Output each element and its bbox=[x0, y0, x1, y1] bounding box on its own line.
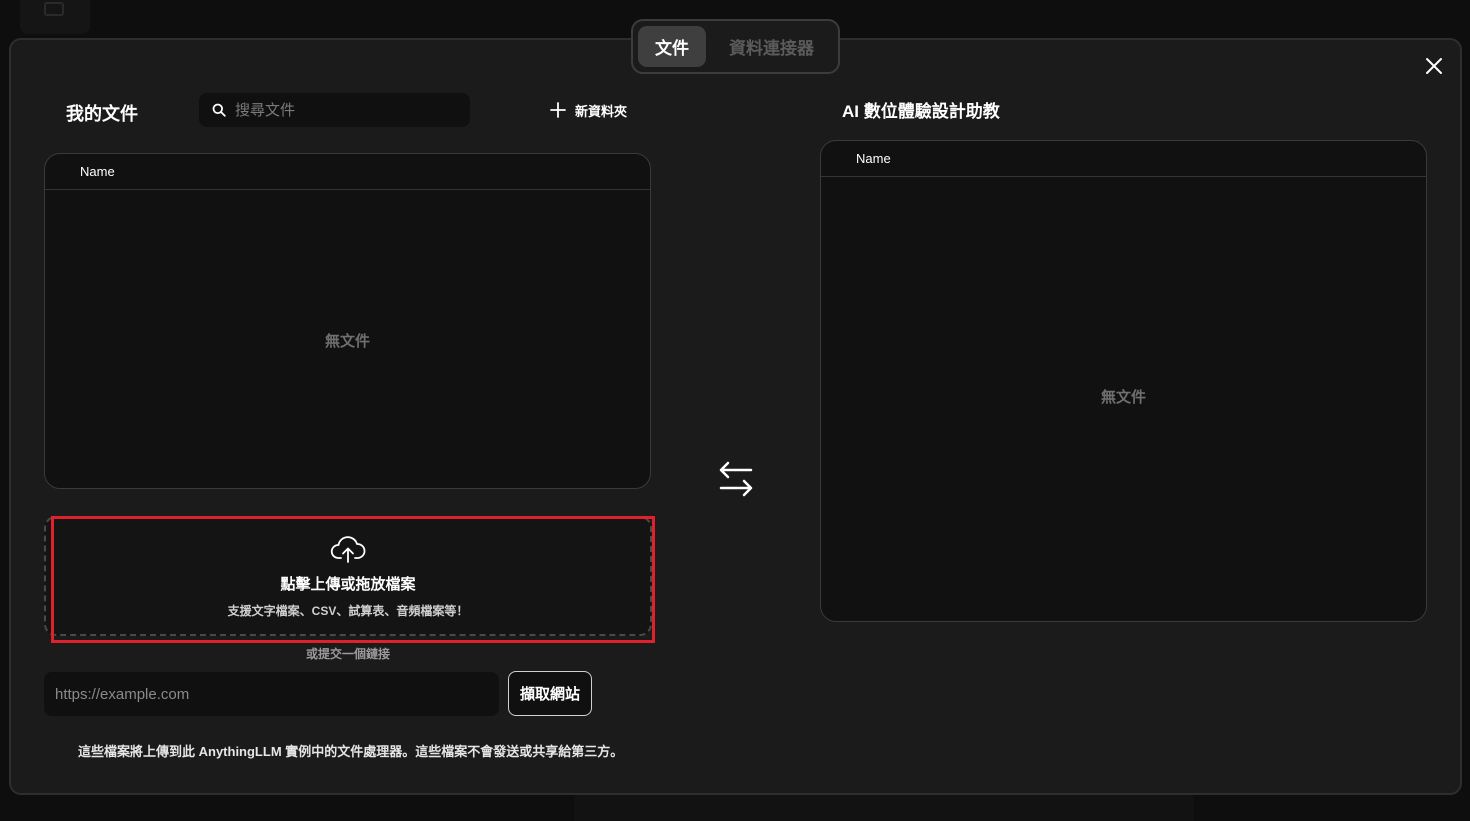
or-submit-link-label: 或提交一個鏈接 bbox=[305, 647, 390, 661]
search-input[interactable] bbox=[235, 101, 445, 119]
tab-documents[interactable]: 文件 bbox=[638, 26, 706, 67]
upload-title: 點擊上傳或拖放檔案 bbox=[280, 576, 416, 593]
search-icon bbox=[212, 103, 226, 117]
tab-data-connectors[interactable]: 資料連接器 bbox=[710, 26, 833, 67]
workspace-title: AI 數位體驗設計助教 bbox=[842, 102, 1000, 121]
close-icon bbox=[1426, 58, 1442, 74]
background-sidebar-button bbox=[20, 0, 90, 34]
upload-dropzone[interactable]: 點擊上傳或拖放檔案 支援文字檔案、CSV、試算表、音頻檔案等！ bbox=[44, 516, 652, 636]
name-column-header[interactable]: Name bbox=[45, 154, 650, 190]
search-box bbox=[199, 93, 470, 127]
upload-subtitle: 支援文字檔案、CSV、試算表、音頻檔案等！ bbox=[227, 604, 469, 618]
my-documents-panel: Name 無文件 bbox=[44, 153, 651, 489]
cloud-upload-icon bbox=[330, 536, 366, 563]
workspace-documents-panel: Name 無文件 bbox=[820, 140, 1427, 622]
close-button[interactable] bbox=[1420, 52, 1448, 80]
my-documents-title: 我的文件 bbox=[66, 104, 138, 124]
fetch-website-button[interactable]: 擷取網站 bbox=[508, 671, 592, 716]
name-column-header[interactable]: Name bbox=[821, 141, 1426, 177]
new-folder-label: 新資料夾 bbox=[575, 103, 628, 119]
empty-state-text: 無文件 bbox=[1100, 389, 1146, 406]
swap-arrows-icon[interactable] bbox=[716, 460, 756, 500]
privacy-disclaimer: 這些檔案將上傳到此 AnythingLLM 實例中的文件處理器。這些檔案不會發送… bbox=[78, 744, 624, 759]
empty-state-text: 無文件 bbox=[324, 333, 370, 350]
plus-icon bbox=[550, 102, 566, 118]
url-input[interactable] bbox=[44, 672, 499, 716]
new-folder-button[interactable]: 新資料夾 bbox=[549, 99, 627, 121]
tab-switcher: 文件 資料連接器 bbox=[631, 19, 840, 74]
